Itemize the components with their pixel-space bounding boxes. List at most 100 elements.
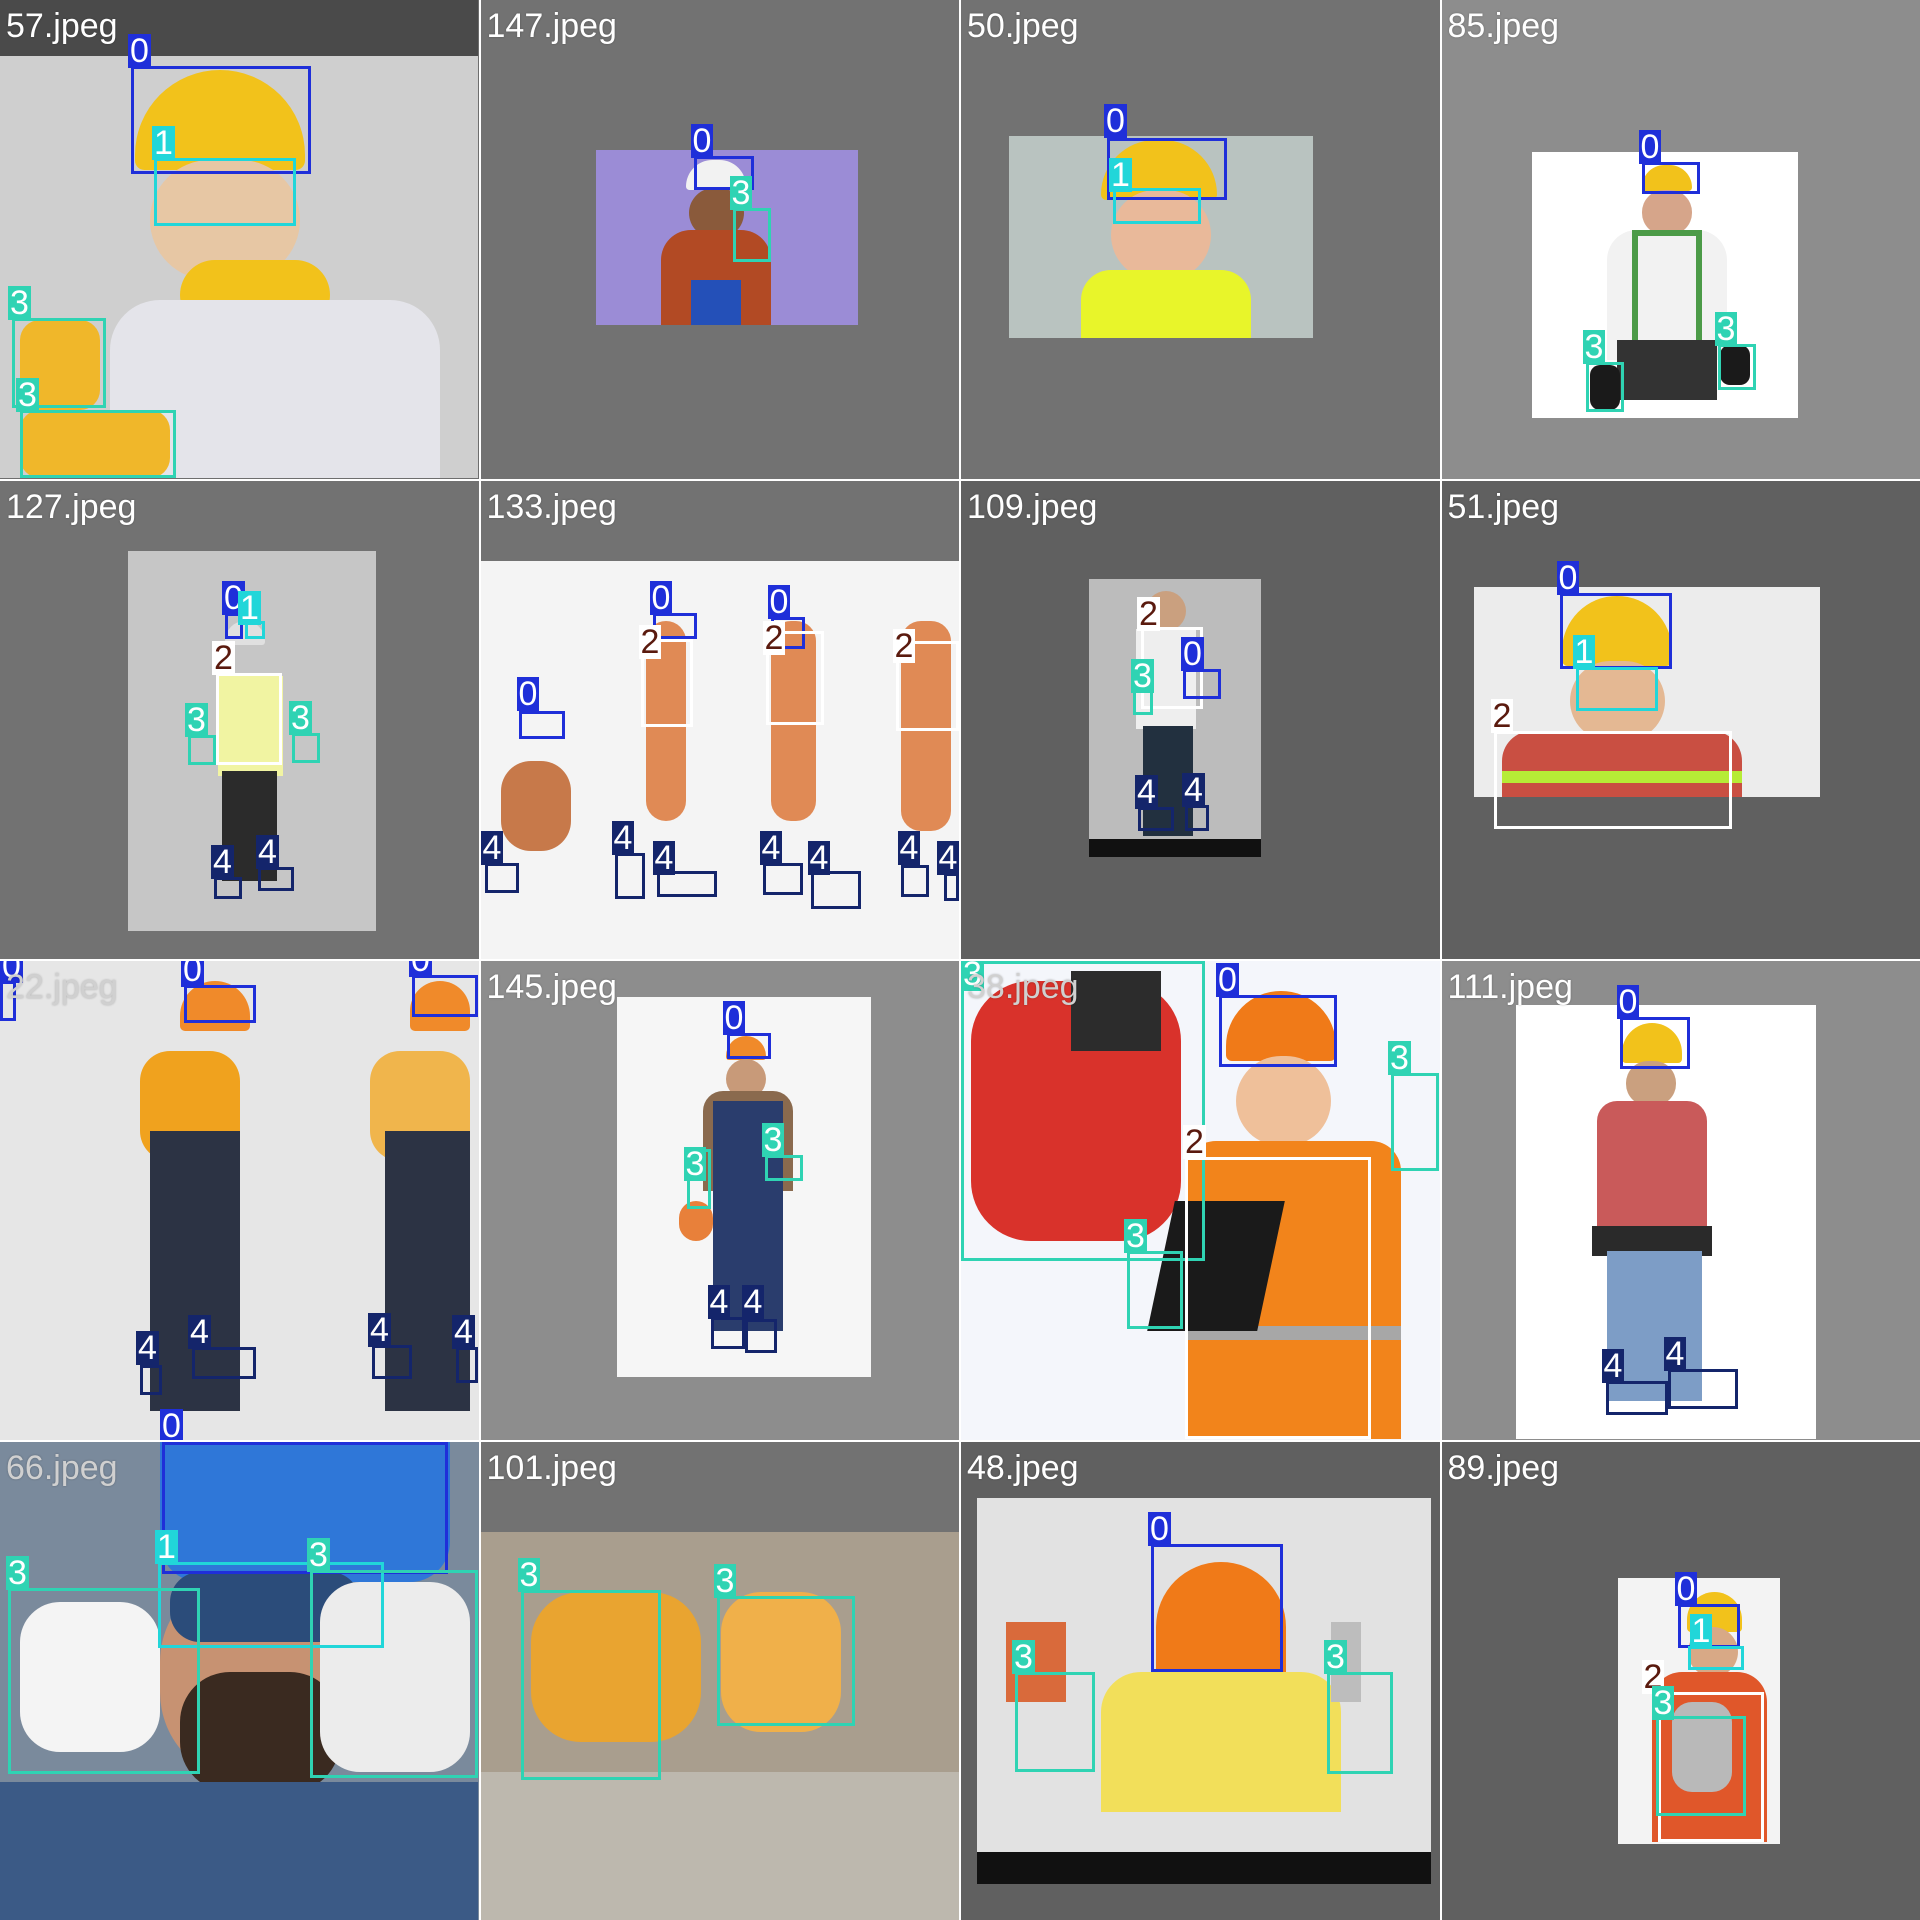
bbox-class-3 (1717, 344, 1756, 390)
bbox-class-0 (518, 710, 565, 739)
bbox-label: 2 (1137, 594, 1160, 633)
bbox-label: 4 (707, 1283, 731, 1321)
bbox-label: 4 (136, 1329, 159, 1367)
bbox-label: 3 (1388, 1039, 1411, 1077)
bbox-label: 1 (155, 1527, 178, 1566)
bbox-class-1 (154, 158, 296, 226)
bbox-class-0 (1219, 995, 1337, 1067)
tile-filename: 38.jpeg (967, 968, 1079, 1006)
bbox-label: 2 (892, 626, 916, 665)
bbox-label: 4 (1663, 1335, 1687, 1373)
bbox-label: 0 (722, 999, 746, 1037)
bbox-label: 0 (516, 674, 540, 713)
bbox-label: 3 (683, 1145, 707, 1183)
tile-85[interactable]: 85.jpeg 0 3 3 (1441, 0, 1920, 479)
bbox-label: 3 (713, 1561, 737, 1600)
tile-51[interactable]: 51.jpeg 0 1 2 (1441, 480, 1920, 959)
tile-22[interactable]: 22.jpeg 0 0 0 4 4 4 4 0 (0, 961, 479, 1440)
tile-filename: 66.jpeg (6, 1448, 118, 1487)
tile-filename: 145.jpeg (486, 968, 617, 1006)
bbox-class-4 (484, 862, 519, 893)
tile-48[interactable]: 48.jpeg 0 3 3 (961, 1441, 1440, 1920)
bbox-label: 4 (1601, 1347, 1625, 1385)
bbox-label: 4 (256, 832, 279, 871)
bbox-class-3 (1391, 1073, 1439, 1171)
bbox-class-3 (1015, 1671, 1095, 1772)
bbox-label: 4 (611, 818, 635, 857)
bbox-label: 1 (1109, 156, 1132, 194)
tile-filename: 50.jpeg (967, 7, 1079, 45)
bbox-class-4 (1667, 1369, 1738, 1409)
tile-filename: 127.jpeg (6, 487, 137, 526)
bbox-label: 4 (741, 1283, 765, 1321)
bbox-label: 0 (649, 578, 673, 617)
tile-filename: 51.jpeg (1447, 487, 1560, 526)
bbox-label: 3 (1714, 310, 1738, 348)
bbox-label: 0 (1556, 558, 1580, 597)
tile-89[interactable]: 89.jpeg 0 1 2 3 (1441, 1441, 1920, 1920)
bbox-class-2 (1493, 730, 1732, 829)
bbox-class-4 (372, 1345, 412, 1379)
tile-147[interactable]: 147.jpeg 0 3 (480, 0, 959, 479)
tile-50[interactable]: 50.jpeg 0 1 (961, 0, 1440, 479)
bbox-class-0 (1641, 162, 1700, 194)
tile-filename: 89.jpeg (1447, 1448, 1560, 1487)
bbox-class-3 (716, 1595, 855, 1726)
tile-filename: 147.jpeg (486, 7, 617, 45)
tile-109[interactable]: 109.jpeg 2 0 3 4 4 (961, 480, 1440, 959)
bbox-label: 0 (1104, 102, 1127, 140)
bbox-class-4 (710, 1317, 745, 1349)
tile-66[interactable]: 66.jpeg 1 3 3 (0, 1441, 479, 1920)
bbox-label: 1 (1572, 632, 1596, 671)
tile-133[interactable]: 133.jpeg 0 0 0 2 2 2 4 4 4 4 4 4 4 (480, 480, 959, 959)
tile-111[interactable]: 111.jpeg 0 4 4 (1441, 961, 1920, 1440)
bbox-label: 3 (1651, 1683, 1675, 1722)
bbox-label: 1 (152, 124, 175, 162)
bbox-label: 4 (480, 828, 504, 867)
bbox-class-4 (900, 864, 929, 897)
bbox-label: 3 (8, 284, 31, 322)
tile-filename: 111.jpeg (1447, 968, 1573, 1006)
bbox-label: 4 (211, 842, 234, 881)
bbox-class-0 (1619, 1017, 1690, 1069)
bbox-label: 3 (16, 376, 39, 414)
bbox-class-0 (412, 975, 478, 1017)
bbox-label: 0 (160, 1409, 183, 1440)
bbox-class-0 (184, 985, 256, 1023)
bbox-label: 2 (1183, 1123, 1206, 1161)
tile-filename: 22.jpeg (6, 968, 118, 1006)
mosaic-grid: 57.jpeg 0 1 3 3 147.jpeg 0 3 50.jpeg 0 1 (0, 0, 1920, 1920)
tile-127[interactable]: 127.jpeg 0 1 2 3 3 4 4 (0, 480, 479, 959)
bbox-label: 0 (409, 961, 432, 977)
bbox-class-3 (188, 734, 216, 765)
bbox-class-0 (162, 1441, 448, 1574)
bbox-class-4 (1605, 1381, 1668, 1415)
bbox-class-4 (614, 852, 645, 899)
tile-101[interactable]: 101.jpeg 3 3 (480, 1441, 959, 1920)
bbox-label: 0 (767, 582, 791, 621)
bbox-class-2 (1185, 1157, 1371, 1439)
bbox-class-4 (140, 1365, 162, 1395)
tile-38[interactable]: 38.jpeg 3 0 3 2 3 (961, 961, 1440, 1440)
bbox-class-3 (1127, 1251, 1183, 1329)
bbox-class-0 (1151, 1543, 1283, 1672)
bbox-label: 3 (1131, 656, 1154, 695)
bbox-class-3 (520, 1589, 661, 1780)
bbox-label: 2 (1490, 696, 1514, 735)
bbox-label: 4 (652, 838, 676, 877)
tile-145[interactable]: 145.jpeg 0 3 3 4 4 (480, 961, 959, 1440)
tile-filename: 48.jpeg (967, 1448, 1079, 1487)
tile-57[interactable]: 57.jpeg 0 1 3 3 (0, 0, 479, 479)
bbox-label: 4 (936, 838, 959, 877)
bbox-label: 2 (212, 638, 235, 677)
tile-filename: 57.jpeg (6, 7, 118, 45)
bbox-label: 3 (6, 1553, 29, 1592)
bbox-class-3 (292, 732, 320, 763)
bbox-label: 0 (690, 122, 714, 160)
bbox-label: 3 (761, 1121, 785, 1159)
bbox-label: 0 (128, 32, 151, 70)
bbox-label: 4 (807, 838, 831, 877)
bbox-label: 0 (1181, 634, 1204, 673)
bbox-class-3 (1655, 1715, 1746, 1816)
bbox-label: 3 (1124, 1217, 1147, 1255)
